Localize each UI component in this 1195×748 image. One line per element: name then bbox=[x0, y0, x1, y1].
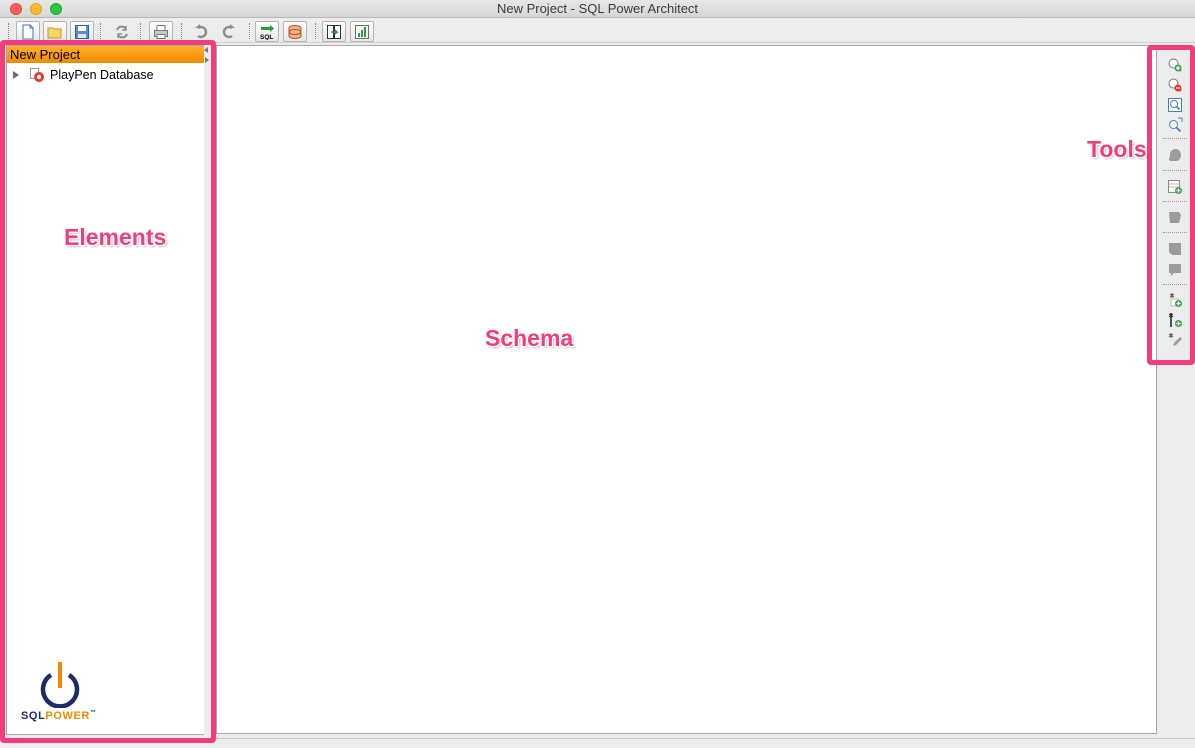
expand-right-arrow-icon[interactable] bbox=[205, 57, 209, 63]
project-tree-header[interactable]: New Project bbox=[7, 46, 205, 63]
minimize-window-button[interactable] bbox=[30, 3, 42, 15]
open-project-button[interactable] bbox=[43, 21, 67, 42]
insert-column-at-icon bbox=[1168, 313, 1182, 327]
create-identifying-relationship-icon bbox=[1169, 243, 1181, 255]
new-project-button[interactable] bbox=[16, 21, 40, 42]
window-title: New Project - SQL Power Architect bbox=[496, 1, 699, 16]
tools-separator bbox=[1163, 138, 1187, 139]
create-non-identifying-relationship-button[interactable] bbox=[1163, 260, 1187, 280]
redo-icon bbox=[222, 23, 235, 38]
zoom-to-fit-icon bbox=[1169, 117, 1183, 133]
edit-column-icon bbox=[1168, 333, 1182, 346]
profile-icon bbox=[355, 24, 369, 39]
tools-separator bbox=[1163, 170, 1187, 171]
tree-expand-arrow-icon[interactable] bbox=[13, 71, 19, 79]
refresh-button[interactable] bbox=[110, 21, 134, 42]
data-mover-icon bbox=[327, 24, 341, 39]
zoom-out-icon bbox=[1168, 78, 1182, 92]
toolbar-grip bbox=[8, 23, 10, 39]
tools-annotation-label: Tools bbox=[1087, 136, 1147, 162]
zoom-in-icon bbox=[1168, 58, 1182, 72]
toolbar-separator bbox=[100, 23, 102, 39]
tools-separator bbox=[1163, 201, 1187, 202]
zoom-in-button[interactable] bbox=[1163, 55, 1187, 75]
toolbar-separator bbox=[249, 23, 251, 39]
insert-index-icon bbox=[1169, 212, 1181, 223]
sqlpower-power-icon bbox=[40, 662, 80, 708]
playpen-canvas[interactable] bbox=[216, 45, 1157, 734]
toolbar-separator bbox=[140, 23, 142, 39]
tools-separator bbox=[1163, 232, 1187, 233]
logo-text-accent: POWER bbox=[45, 710, 90, 722]
redo-button[interactable] bbox=[217, 21, 241, 42]
elements-annotation-label: Elements bbox=[64, 224, 167, 250]
status-bar bbox=[0, 738, 1195, 748]
forward-engineer-sql-button[interactable]: SQL bbox=[255, 21, 279, 42]
insert-column-at-button[interactable] bbox=[1163, 310, 1187, 330]
edit-column-button[interactable] bbox=[1163, 330, 1187, 350]
zoom-normal-icon bbox=[1168, 98, 1182, 112]
close-window-button[interactable] bbox=[10, 3, 22, 15]
data-mover-button[interactable] bbox=[322, 21, 346, 42]
print-icon bbox=[154, 24, 168, 39]
insert-column-icon bbox=[1169, 293, 1182, 307]
sqlpower-logo: SQLPOWER™ bbox=[21, 662, 101, 728]
insert-column-button[interactable] bbox=[1163, 290, 1187, 310]
toolbar-separator bbox=[315, 23, 317, 39]
window-titlebar: New Project - SQL Power Architect bbox=[0, 0, 1195, 18]
compare-dm-button[interactable] bbox=[283, 21, 307, 42]
schema-annotation-label: Schema bbox=[485, 325, 574, 351]
create-non-identifying-relationship-icon bbox=[1169, 264, 1181, 276]
create-table-button[interactable] bbox=[1163, 177, 1187, 197]
logo-text-main: SQL bbox=[21, 710, 46, 722]
sqlpower-logo-text: SQLPOWER™ bbox=[21, 710, 97, 722]
print-button[interactable] bbox=[149, 21, 173, 42]
zoom-to-fit-button[interactable] bbox=[1163, 115, 1187, 135]
undo-icon bbox=[195, 23, 208, 38]
zoom-normal-button[interactable] bbox=[1163, 95, 1187, 115]
svg-text:SQL: SQL bbox=[260, 34, 273, 40]
insert-index-button[interactable] bbox=[1163, 207, 1187, 227]
new-project-icon bbox=[22, 24, 34, 39]
undo-button[interactable] bbox=[189, 21, 213, 42]
logo-trademark: ™ bbox=[89, 710, 97, 716]
save-project-icon bbox=[75, 24, 89, 39]
collapse-left-arrow-icon[interactable] bbox=[204, 47, 208, 53]
auto-layout-icon bbox=[1168, 149, 1181, 161]
toolbar-separator bbox=[181, 23, 183, 39]
tree-item-playpen-database[interactable]: PlayPen Database bbox=[11, 67, 154, 83]
project-tree-panel[interactable]: New Project PlayPen Database SQLPOWER™ bbox=[6, 45, 206, 735]
forward-engineer-sql-icon: SQL bbox=[260, 24, 274, 40]
playpen-database-icon bbox=[30, 68, 44, 82]
maximize-window-button[interactable] bbox=[50, 3, 62, 15]
tree-item-label: PlayPen Database bbox=[50, 68, 154, 82]
refresh-icon bbox=[116, 25, 128, 38]
compare-dm-icon bbox=[288, 24, 302, 39]
create-identifying-relationship-button[interactable] bbox=[1163, 239, 1187, 259]
zoom-out-button[interactable] bbox=[1163, 75, 1187, 95]
panel-splitter[interactable] bbox=[204, 45, 210, 735]
open-project-icon bbox=[47, 27, 62, 38]
profile-button[interactable] bbox=[350, 21, 374, 42]
auto-layout-button[interactable] bbox=[1163, 145, 1187, 165]
create-table-icon bbox=[1168, 180, 1182, 194]
main-toolbar: SQL bbox=[0, 19, 1195, 43]
tools-separator bbox=[1163, 284, 1187, 285]
save-project-button[interactable] bbox=[70, 21, 94, 42]
